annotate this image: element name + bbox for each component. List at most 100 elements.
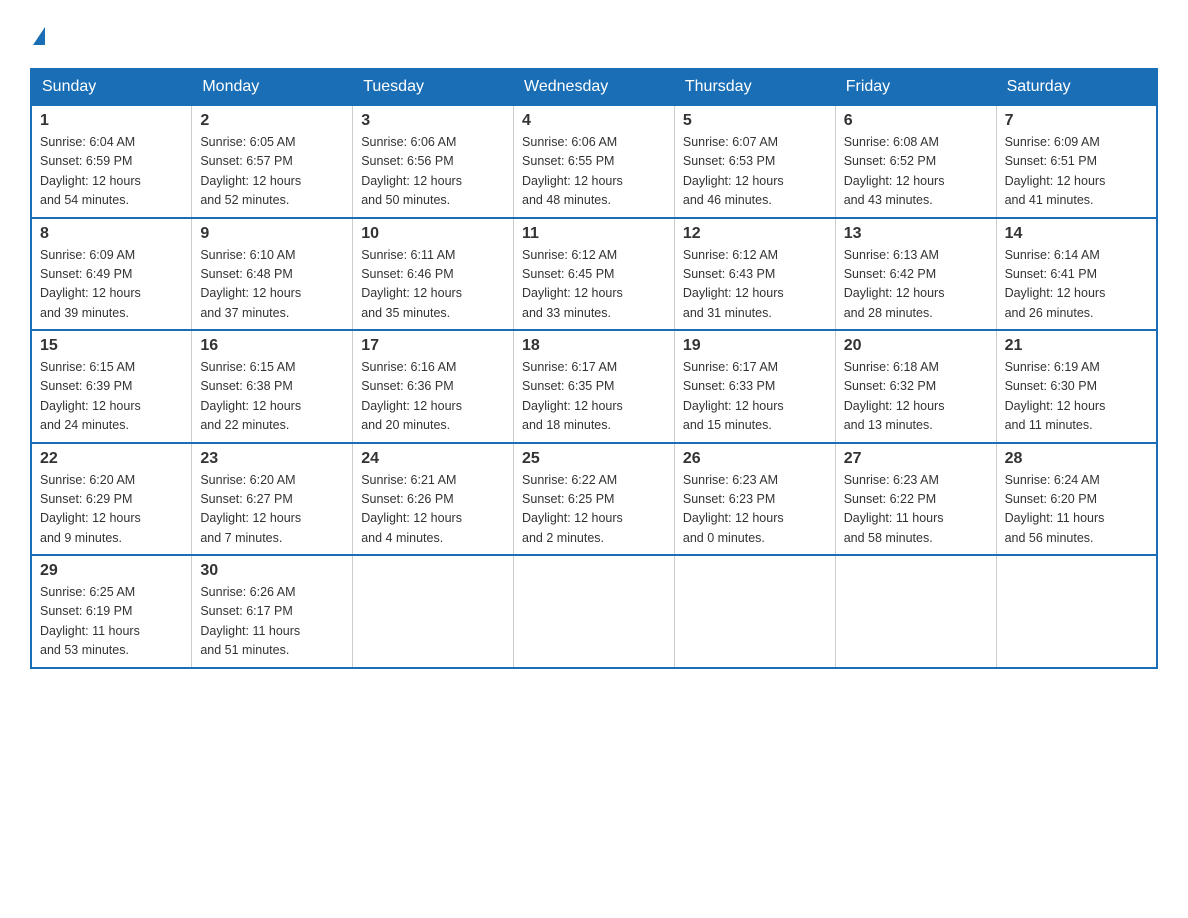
calendar-cell: 16 Sunrise: 6:15 AMSunset: 6:38 PMDaylig…	[192, 330, 353, 443]
day-number: 1	[40, 112, 183, 130]
logo-text	[30, 20, 45, 48]
day-number: 26	[683, 450, 827, 468]
day-info: Sunrise: 6:15 AMSunset: 6:38 PMDaylight:…	[200, 360, 301, 432]
calendar-cell: 7 Sunrise: 6:09 AMSunset: 6:51 PMDayligh…	[996, 105, 1157, 218]
calendar-cell: 17 Sunrise: 6:16 AMSunset: 6:36 PMDaylig…	[353, 330, 514, 443]
calendar-cell: 9 Sunrise: 6:10 AMSunset: 6:48 PMDayligh…	[192, 218, 353, 331]
logo-triangle-icon	[33, 27, 45, 45]
calendar-cell: 10 Sunrise: 6:11 AMSunset: 6:46 PMDaylig…	[353, 218, 514, 331]
calendar-cell: 27 Sunrise: 6:23 AMSunset: 6:22 PMDaylig…	[835, 443, 996, 556]
day-info: Sunrise: 6:20 AMSunset: 6:27 PMDaylight:…	[200, 473, 301, 545]
calendar-cell: 26 Sunrise: 6:23 AMSunset: 6:23 PMDaylig…	[674, 443, 835, 556]
calendar-week-5: 29 Sunrise: 6:25 AMSunset: 6:19 PMDaylig…	[31, 555, 1157, 668]
day-number: 2	[200, 112, 344, 130]
day-info: Sunrise: 6:07 AMSunset: 6:53 PMDaylight:…	[683, 135, 784, 207]
calendar-cell: 4 Sunrise: 6:06 AMSunset: 6:55 PMDayligh…	[514, 105, 675, 218]
calendar-table: SundayMondayTuesdayWednesdayThursdayFrid…	[30, 68, 1158, 669]
day-number: 23	[200, 450, 344, 468]
day-info: Sunrise: 6:08 AMSunset: 6:52 PMDaylight:…	[844, 135, 945, 207]
calendar-cell: 21 Sunrise: 6:19 AMSunset: 6:30 PMDaylig…	[996, 330, 1157, 443]
day-info: Sunrise: 6:04 AMSunset: 6:59 PMDaylight:…	[40, 135, 141, 207]
calendar-cell	[996, 555, 1157, 668]
calendar-cell: 25 Sunrise: 6:22 AMSunset: 6:25 PMDaylig…	[514, 443, 675, 556]
day-info: Sunrise: 6:12 AMSunset: 6:45 PMDaylight:…	[522, 248, 623, 320]
day-number: 15	[40, 337, 183, 355]
day-info: Sunrise: 6:15 AMSunset: 6:39 PMDaylight:…	[40, 360, 141, 432]
day-number: 19	[683, 337, 827, 355]
page-header	[30, 20, 1158, 48]
day-info: Sunrise: 6:11 AMSunset: 6:46 PMDaylight:…	[361, 248, 462, 320]
day-number: 11	[522, 225, 666, 243]
day-info: Sunrise: 6:17 AMSunset: 6:33 PMDaylight:…	[683, 360, 784, 432]
day-number: 6	[844, 112, 988, 130]
day-info: Sunrise: 6:24 AMSunset: 6:20 PMDaylight:…	[1005, 473, 1105, 545]
day-info: Sunrise: 6:20 AMSunset: 6:29 PMDaylight:…	[40, 473, 141, 545]
day-number: 13	[844, 225, 988, 243]
day-info: Sunrise: 6:18 AMSunset: 6:32 PMDaylight:…	[844, 360, 945, 432]
day-info: Sunrise: 6:26 AMSunset: 6:17 PMDaylight:…	[200, 585, 300, 657]
day-info: Sunrise: 6:10 AMSunset: 6:48 PMDaylight:…	[200, 248, 301, 320]
calendar-week-3: 15 Sunrise: 6:15 AMSunset: 6:39 PMDaylig…	[31, 330, 1157, 443]
calendar-cell: 23 Sunrise: 6:20 AMSunset: 6:27 PMDaylig…	[192, 443, 353, 556]
day-number: 25	[522, 450, 666, 468]
calendar-cell: 18 Sunrise: 6:17 AMSunset: 6:35 PMDaylig…	[514, 330, 675, 443]
day-number: 3	[361, 112, 505, 130]
calendar-cell: 2 Sunrise: 6:05 AMSunset: 6:57 PMDayligh…	[192, 105, 353, 218]
day-number: 17	[361, 337, 505, 355]
logo	[30, 20, 45, 48]
calendar-cell: 11 Sunrise: 6:12 AMSunset: 6:45 PMDaylig…	[514, 218, 675, 331]
calendar-cell: 12 Sunrise: 6:12 AMSunset: 6:43 PMDaylig…	[674, 218, 835, 331]
calendar-cell: 24 Sunrise: 6:21 AMSunset: 6:26 PMDaylig…	[353, 443, 514, 556]
day-info: Sunrise: 6:25 AMSunset: 6:19 PMDaylight:…	[40, 585, 140, 657]
calendar-cell: 14 Sunrise: 6:14 AMSunset: 6:41 PMDaylig…	[996, 218, 1157, 331]
weekday-header-tuesday: Tuesday	[353, 69, 514, 105]
day-number: 5	[683, 112, 827, 130]
weekday-header-friday: Friday	[835, 69, 996, 105]
calendar-cell: 30 Sunrise: 6:26 AMSunset: 6:17 PMDaylig…	[192, 555, 353, 668]
weekday-header-saturday: Saturday	[996, 69, 1157, 105]
calendar-cell: 1 Sunrise: 6:04 AMSunset: 6:59 PMDayligh…	[31, 105, 192, 218]
calendar-cell: 15 Sunrise: 6:15 AMSunset: 6:39 PMDaylig…	[31, 330, 192, 443]
calendar-header-row: SundayMondayTuesdayWednesdayThursdayFrid…	[31, 69, 1157, 105]
day-info: Sunrise: 6:06 AMSunset: 6:56 PMDaylight:…	[361, 135, 462, 207]
day-info: Sunrise: 6:23 AMSunset: 6:22 PMDaylight:…	[844, 473, 944, 545]
day-info: Sunrise: 6:21 AMSunset: 6:26 PMDaylight:…	[361, 473, 462, 545]
calendar-cell: 3 Sunrise: 6:06 AMSunset: 6:56 PMDayligh…	[353, 105, 514, 218]
calendar-week-2: 8 Sunrise: 6:09 AMSunset: 6:49 PMDayligh…	[31, 218, 1157, 331]
day-info: Sunrise: 6:13 AMSunset: 6:42 PMDaylight:…	[844, 248, 945, 320]
day-info: Sunrise: 6:16 AMSunset: 6:36 PMDaylight:…	[361, 360, 462, 432]
calendar-cell: 5 Sunrise: 6:07 AMSunset: 6:53 PMDayligh…	[674, 105, 835, 218]
calendar-cell	[674, 555, 835, 668]
calendar-cell: 13 Sunrise: 6:13 AMSunset: 6:42 PMDaylig…	[835, 218, 996, 331]
day-info: Sunrise: 6:12 AMSunset: 6:43 PMDaylight:…	[683, 248, 784, 320]
day-number: 27	[844, 450, 988, 468]
day-info: Sunrise: 6:06 AMSunset: 6:55 PMDaylight:…	[522, 135, 623, 207]
day-number: 16	[200, 337, 344, 355]
weekday-header-wednesday: Wednesday	[514, 69, 675, 105]
day-info: Sunrise: 6:05 AMSunset: 6:57 PMDaylight:…	[200, 135, 301, 207]
calendar-cell: 22 Sunrise: 6:20 AMSunset: 6:29 PMDaylig…	[31, 443, 192, 556]
calendar-cell	[835, 555, 996, 668]
calendar-cell: 28 Sunrise: 6:24 AMSunset: 6:20 PMDaylig…	[996, 443, 1157, 556]
day-info: Sunrise: 6:14 AMSunset: 6:41 PMDaylight:…	[1005, 248, 1106, 320]
calendar-cell: 6 Sunrise: 6:08 AMSunset: 6:52 PMDayligh…	[835, 105, 996, 218]
day-number: 30	[200, 562, 344, 580]
day-number: 9	[200, 225, 344, 243]
day-number: 12	[683, 225, 827, 243]
calendar-cell	[514, 555, 675, 668]
day-info: Sunrise: 6:09 AMSunset: 6:49 PMDaylight:…	[40, 248, 141, 320]
calendar-cell: 8 Sunrise: 6:09 AMSunset: 6:49 PMDayligh…	[31, 218, 192, 331]
day-info: Sunrise: 6:17 AMSunset: 6:35 PMDaylight:…	[522, 360, 623, 432]
calendar-week-1: 1 Sunrise: 6:04 AMSunset: 6:59 PMDayligh…	[31, 105, 1157, 218]
day-number: 28	[1005, 450, 1148, 468]
day-number: 10	[361, 225, 505, 243]
day-number: 18	[522, 337, 666, 355]
calendar-cell: 20 Sunrise: 6:18 AMSunset: 6:32 PMDaylig…	[835, 330, 996, 443]
day-info: Sunrise: 6:23 AMSunset: 6:23 PMDaylight:…	[683, 473, 784, 545]
day-number: 14	[1005, 225, 1148, 243]
day-number: 7	[1005, 112, 1148, 130]
day-number: 29	[40, 562, 183, 580]
day-number: 21	[1005, 337, 1148, 355]
calendar-cell: 19 Sunrise: 6:17 AMSunset: 6:33 PMDaylig…	[674, 330, 835, 443]
day-number: 22	[40, 450, 183, 468]
